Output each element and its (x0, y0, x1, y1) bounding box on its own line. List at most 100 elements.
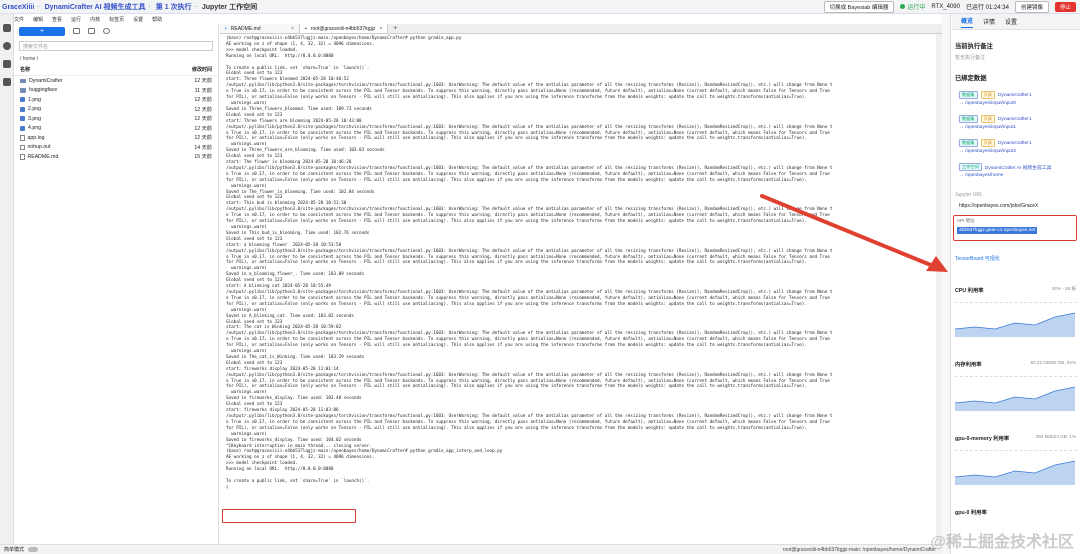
file-name: DynamiCrafter (29, 77, 63, 84)
file-modified: 12 天前 (194, 78, 212, 85)
tab-settings[interactable]: 设置 (1005, 17, 1017, 26)
refresh-icon[interactable] (103, 28, 110, 34)
dataset-name[interactable]: DynamiCrafter1 (998, 141, 1032, 146)
highlight-box (222, 509, 356, 523)
logo[interactable]: GraceXiiii (2, 4, 34, 11)
file-modified: 12 天前 (194, 116, 212, 123)
dataset-type-tag: 数据集 (959, 91, 978, 99)
col-modified[interactable]: 修改时间 (192, 66, 212, 73)
menu-kernel[interactable]: 内核 (90, 16, 100, 23)
list-item[interactable]: README.md 15 天前 (14, 152, 218, 162)
dataset-item[interactable]: 数据集 只读 DynamiCrafter1 → /openbayes/input/in… (953, 91, 1079, 106)
menu-edit[interactable]: 编辑 (33, 16, 43, 23)
dataset-name[interactable]: DynamiCrafter1 (998, 117, 1032, 122)
running-icon[interactable] (3, 42, 11, 50)
file-name: README.md (27, 153, 59, 160)
menu-settings[interactable]: 设置 (133, 16, 143, 23)
metric-title: 内存利用率 50.22 GB/80 GB, 62% (955, 360, 1079, 368)
file-modified: 12 天前 (194, 135, 212, 142)
readonly-tag: 只读 (980, 115, 995, 123)
list-item[interactable]: 4.png 12 天前 (14, 124, 218, 134)
file-name: 4.png (28, 125, 41, 132)
terminal-line: /output/.pylibs/lib/python3.8/site-packa… (226, 165, 833, 171)
file-browser: + 搜索文件名 / home / 名称 修改时间 DynamiCrafter 12… (14, 24, 219, 544)
folder-icon (20, 78, 26, 83)
dataset-item[interactable]: 工作空间 DynamiCrafter AI 视频生成工具 → /openbayes/… (953, 163, 1079, 178)
tab-readme[interactable]: ▪ README.md × (220, 24, 300, 33)
list-item[interactable]: app.log 12 天前 (14, 133, 218, 143)
dataset-type-tag: 数据集 (959, 115, 978, 123)
tab-overview[interactable]: 概览 (961, 16, 974, 28)
folder-icon[interactable] (3, 24, 11, 32)
file-name: app.log (27, 134, 45, 141)
file-name: 2.png (28, 106, 41, 113)
list-item[interactable]: 3.png 12 天前 (14, 114, 218, 124)
image-icon (20, 97, 25, 103)
api-address-box: API 地址 4bb537lqgjz.gear-c1.openbayes.net (953, 215, 1077, 241)
watermark: @稀土掘金技术社区 (930, 534, 1074, 551)
new-folder-icon[interactable] (73, 28, 80, 34)
add-tab-icon[interactable]: + (388, 24, 402, 33)
remark-empty: 暂无执行备注 (955, 55, 986, 61)
menu-run[interactable]: 运行 (71, 16, 81, 23)
close-icon[interactable]: × (291, 24, 294, 34)
activity-rail (0, 14, 14, 554)
menu-bar: 文件 编辑 查看 运行 内核 标签页 设置 帮助 (14, 14, 162, 24)
breadcrumb-path[interactable]: / home / (14, 54, 218, 64)
stop-button[interactable]: 停止 (1054, 1, 1076, 12)
terminal-line: /output/.pylibs/lib/python3.8/site-packa… (226, 124, 833, 130)
metric-title: gpu-0-memory 利用率 350 MiB/24 GB, 1% (955, 434, 1079, 442)
list-item[interactable]: huggingface 11 天前 (14, 86, 218, 96)
dataset-path: → /openbayes/input/input2 (959, 149, 1017, 154)
new-launcher-button[interactable]: + (19, 26, 65, 36)
list-item[interactable]: 2.png 12 天前 (14, 105, 218, 115)
tensorboard-link[interactable]: TensorBoard 可视化 (955, 255, 1079, 262)
file-name: 3.png (28, 115, 41, 122)
file-icon (20, 144, 25, 150)
switch-editor-button[interactable]: 切换成 Bayesiab 编辑器 (823, 0, 895, 13)
file-modified: 11 天前 (194, 87, 212, 94)
simple-mode-label[interactable]: 简单模式 (4, 546, 24, 553)
dataset-path: → /openbayes/input/input0 (959, 101, 1017, 106)
menu-help[interactable]: 帮助 (152, 16, 162, 23)
tab-details[interactable]: 详情 (983, 17, 995, 26)
metric-name: 内存利用率 (955, 362, 982, 368)
list-item[interactable]: 1.png 12 天前 (14, 95, 218, 105)
col-name[interactable]: 名称 (20, 66, 30, 73)
terminal-output[interactable]: (base) root@gracexiiii-n4bb537lqgjz-main… (220, 34, 942, 542)
dataset-item[interactable]: 数据集 只读 DynamiCrafter1 → /openbayes/input/in… (953, 139, 1079, 154)
api-url-link[interactable]: 4bb537lqgjz.gear-c1.openbayes.net (957, 227, 1038, 234)
project-name[interactable]: DynamiCrafter AI 视频生成工具 (45, 4, 146, 11)
toggle-icon[interactable] (28, 547, 39, 552)
status-dot-icon (900, 4, 906, 9)
metric-chart (955, 302, 1077, 337)
metric-name: gpu-0-memory 利用率 (955, 436, 1010, 442)
file-modified: 12 天前 (194, 97, 212, 104)
file-name: 1.png (28, 96, 41, 103)
jupyter-url-link[interactable]: https://openbayes.com/jobs/GraceX (959, 203, 1079, 209)
file-icon (20, 135, 25, 141)
file-search-input[interactable]: 搜索文件名 (19, 41, 213, 51)
dataset-name[interactable]: DynamiCrafter AI 视频生成工具 (985, 164, 1052, 171)
close-icon[interactable]: × (379, 24, 382, 34)
list-item[interactable]: DynamiCrafter 12 天前 (14, 76, 218, 86)
menu-tabs[interactable]: 标签页 (109, 16, 124, 23)
metric-value: 50.22 GB/80 GB, 62% (1030, 360, 1076, 365)
upload-icon[interactable] (88, 28, 95, 34)
dataset-name[interactable]: DynamiCrafter1 (998, 93, 1032, 98)
menu-view[interactable]: 查看 (52, 16, 62, 23)
metrics-list: CPU 利用率 34% - 26 核内存利用率 50.22 GB/80 GB, 62… (953, 286, 1079, 516)
status-bar: 简单模式 root@gracexiiii-n4bb537lqgjz-main: … (0, 544, 942, 554)
file-list: DynamiCrafter 12 天前 huggingface 11 天前 1.png 1… (14, 76, 218, 162)
readonly-tag: 只读 (980, 91, 995, 99)
menu-file[interactable]: 文件 (14, 16, 24, 23)
create-image-button[interactable]: 创建镜像 (1014, 0, 1049, 13)
right-panel: 概览 详情 设置 当前执行备注 暂无执行备注 已绑定数据 数据集 只读 Dynami… (942, 14, 1080, 554)
tabs-icon[interactable] (3, 78, 11, 86)
list-item[interactable]: nohup.out 14 天前 (14, 143, 218, 153)
run-label[interactable]: 第 1 次执行 (156, 4, 192, 11)
workspace-title: Jupyter 工作空间 (201, 3, 258, 11)
tab-terminal[interactable]: ▪ root@gracexiiii-n4bb537lqgjz × (300, 24, 389, 34)
dataset-item[interactable]: 数据集 只读 DynamiCrafter1 → /openbayes/input/in… (953, 115, 1079, 130)
commands-icon[interactable] (3, 60, 11, 68)
